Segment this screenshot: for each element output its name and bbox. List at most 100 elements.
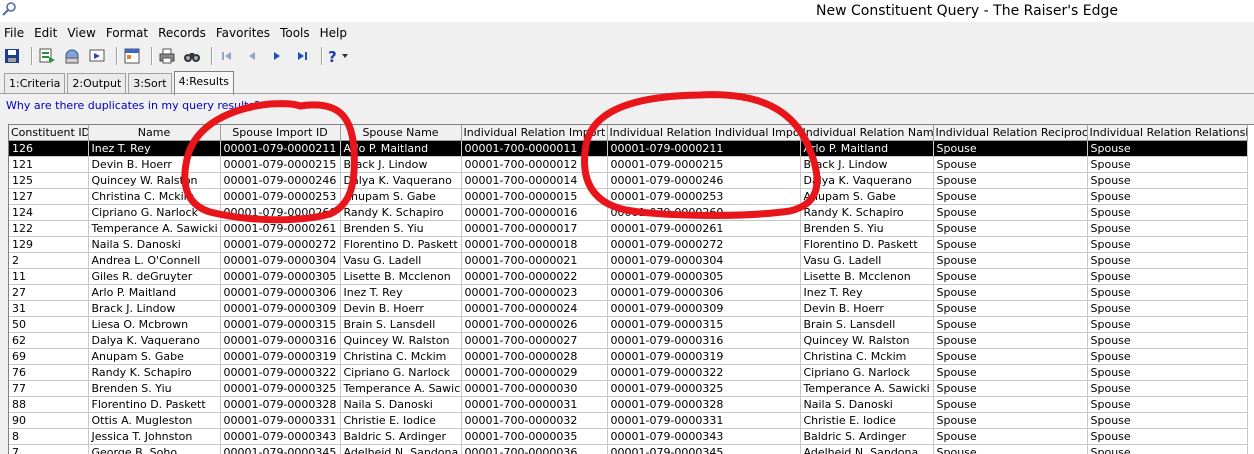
table-cell: Spouse bbox=[933, 413, 1087, 429]
table-cell: Vasu G. Ladell bbox=[800, 253, 933, 269]
table-row[interactable]: 129Naila S. Danoski00001-079-0000272Flor… bbox=[9, 237, 1247, 253]
save-icon[interactable] bbox=[2, 46, 22, 66]
table-cell: Cipriano G. Narlock bbox=[340, 365, 461, 381]
table-cell: 00001-079-0000331 bbox=[607, 413, 800, 429]
column-header[interactable]: Spouse Name bbox=[340, 125, 461, 141]
table-cell: Spouse bbox=[933, 141, 1087, 157]
table-cell: 00001-700-0000035 bbox=[461, 429, 607, 445]
table-row[interactable]: 124Cipriano G. Narlock00001-079-0000260R… bbox=[9, 205, 1247, 221]
table-cell: Anupam S. Gabe bbox=[800, 189, 933, 205]
column-header[interactable]: Name bbox=[88, 125, 220, 141]
save-close-icon[interactable] bbox=[37, 46, 57, 66]
table-cell: 00001-700-0000024 bbox=[461, 301, 607, 317]
menu-help[interactable]: Help bbox=[315, 26, 352, 40]
tab-criteria[interactable]: 1:Criteria bbox=[4, 73, 65, 94]
table-cell: 88 bbox=[9, 397, 88, 413]
table-cell: Spouse bbox=[1087, 413, 1247, 429]
table-cell: 69 bbox=[9, 349, 88, 365]
table-cell: 00001-079-0000211 bbox=[220, 141, 340, 157]
table-cell: 121 bbox=[9, 157, 88, 173]
menu-file[interactable]: File bbox=[0, 26, 29, 40]
table-cell: Arlo P. Maitland bbox=[88, 285, 220, 301]
menu-records[interactable]: Records bbox=[153, 26, 211, 40]
table-cell: Giles R. deGruyter bbox=[88, 269, 220, 285]
menu-favorites[interactable]: Favorites bbox=[211, 26, 275, 40]
table-cell: Christina C. Mckim bbox=[800, 349, 933, 365]
table-row[interactable]: 27Arlo P. Maitland00001-079-0000306Inez … bbox=[9, 285, 1247, 301]
window-title: New Constituent Query - The Raiser's Edg… bbox=[816, 3, 1118, 19]
help-icon[interactable]: ? bbox=[327, 46, 339, 66]
header-row: Constituent IDNameSpouse Import IDSpouse… bbox=[9, 125, 1247, 141]
column-header[interactable]: Individual Relation Relationship bbox=[1087, 125, 1247, 141]
tab-output[interactable]: 2:Output bbox=[67, 73, 126, 94]
table-cell: 50 bbox=[9, 317, 88, 333]
table-cell: Spouse bbox=[1087, 429, 1247, 445]
table-cell: 00001-079-0000260 bbox=[220, 205, 340, 221]
export-icon[interactable] bbox=[62, 46, 82, 66]
table-cell: 00001-700-0000014 bbox=[461, 173, 607, 189]
table-row[interactable]: 127Christina C. Mckim00001-079-0000253An… bbox=[9, 189, 1247, 205]
tab-results[interactable]: 4:Results bbox=[174, 71, 234, 95]
table-row[interactable]: 11Giles R. deGruyter00001-079-0000305Lis… bbox=[9, 269, 1247, 285]
menu-format[interactable]: Format bbox=[101, 26, 153, 40]
table-row[interactable]: 69Anupam S. Gabe00001-079-0000319Christi… bbox=[9, 349, 1247, 365]
first-record-icon[interactable] bbox=[217, 46, 237, 66]
table-cell: 124 bbox=[9, 205, 88, 221]
table-row[interactable]: 76Randy K. Schapiro00001-079-0000322Cipr… bbox=[9, 365, 1247, 381]
table-cell: 90 bbox=[9, 413, 88, 429]
table-row[interactable]: 50Liesa O. Mcbrown00001-079-0000315Brain… bbox=[9, 317, 1247, 333]
table-cell: Spouse bbox=[1087, 269, 1247, 285]
grid-body: 126Inez T. Rey00001-079-0000211Arlo P. M… bbox=[9, 141, 1247, 454]
find-icon[interactable] bbox=[182, 46, 202, 66]
table-row[interactable]: 121Devin B. Hoerr00001-079-0000215Brack … bbox=[9, 157, 1247, 173]
table-row[interactable]: 77Brenden S. Yiu00001-079-0000325Tempera… bbox=[9, 381, 1247, 397]
table-cell: 127 bbox=[9, 189, 88, 205]
table-row[interactable]: 31Brack J. Lindow00001-079-0000309Devin … bbox=[9, 301, 1247, 317]
table-row[interactable]: 125Quincey W. Ralston00001-079-0000246Da… bbox=[9, 173, 1247, 189]
table-cell: Spouse bbox=[933, 381, 1087, 397]
table-cell: Andrea L. O'Connell bbox=[88, 253, 220, 269]
table-row[interactable]: 122Temperance A. Sawicki00001-079-000026… bbox=[9, 221, 1247, 237]
table-cell: Spouse bbox=[1087, 205, 1247, 221]
table-cell: 27 bbox=[9, 285, 88, 301]
table-cell: Christina C. Mckim bbox=[88, 189, 220, 205]
column-header[interactable]: Individual Relation Reciprocal bbox=[933, 125, 1087, 141]
menu-view[interactable]: View bbox=[62, 26, 100, 40]
table-cell: Spouse bbox=[1087, 237, 1247, 253]
table-row[interactable]: 126Inez T. Rey00001-079-0000211Arlo P. M… bbox=[9, 141, 1247, 157]
table-row[interactable]: 62Dalya K. Vaquerano00001-079-0000316Qui… bbox=[9, 333, 1247, 349]
column-header[interactable]: Individual Relation Individual Import ID bbox=[607, 125, 800, 141]
table-cell: 62 bbox=[9, 333, 88, 349]
table-row[interactable]: 8Jessica T. Johnston00001-079-0000343Bal… bbox=[9, 429, 1247, 445]
last-record-icon[interactable] bbox=[292, 46, 312, 66]
table-cell: Spouse bbox=[933, 237, 1087, 253]
column-header[interactable]: Individual Relation Import ID bbox=[461, 125, 607, 141]
tab-sort[interactable]: 3:Sort bbox=[128, 73, 171, 94]
menu-bar: File Edit View Format Records Favorites … bbox=[0, 24, 1254, 42]
table-row[interactable]: 2Andrea L. O'Connell00001-079-0000304Vas… bbox=[9, 253, 1247, 269]
table-cell: 00001-079-0000316 bbox=[220, 333, 340, 349]
table-row[interactable]: 88Florentino D. Paskett00001-079-0000328… bbox=[9, 397, 1247, 413]
print-icon[interactable] bbox=[157, 46, 177, 66]
results-grid[interactable]: Constituent IDNameSpouse Import IDSpouse… bbox=[8, 124, 1254, 454]
column-header[interactable]: Constituent ID bbox=[9, 125, 88, 141]
table-cell: Cipriano G. Narlock bbox=[800, 365, 933, 381]
table-row[interactable]: 90Ottis A. Mugleston00001-079-0000331Chr… bbox=[9, 413, 1247, 429]
menu-tools[interactable]: Tools bbox=[275, 26, 315, 40]
properties-icon[interactable] bbox=[122, 46, 142, 66]
next-record-icon[interactable] bbox=[267, 46, 287, 66]
dropdown-arrow-icon[interactable] bbox=[341, 46, 349, 66]
table-cell: Spouse bbox=[1087, 317, 1247, 333]
table-cell: 00001-079-0000328 bbox=[607, 397, 800, 413]
import-icon[interactable] bbox=[87, 46, 107, 66]
menu-edit[interactable]: Edit bbox=[29, 26, 62, 40]
column-header[interactable]: Spouse Import ID bbox=[220, 125, 340, 141]
table-cell: 00001-079-0000325 bbox=[220, 381, 340, 397]
column-header[interactable]: Individual Relation Name bbox=[800, 125, 933, 141]
table-cell: 00001-700-0000016 bbox=[461, 205, 607, 221]
duplicates-help-link[interactable]: Why are there duplicates in my query res… bbox=[6, 99, 260, 112]
table-cell: 31 bbox=[9, 301, 88, 317]
table-cell: Cipriano G. Narlock bbox=[88, 205, 220, 221]
table-cell: 00001-700-0000022 bbox=[461, 269, 607, 285]
previous-record-icon[interactable] bbox=[242, 46, 262, 66]
